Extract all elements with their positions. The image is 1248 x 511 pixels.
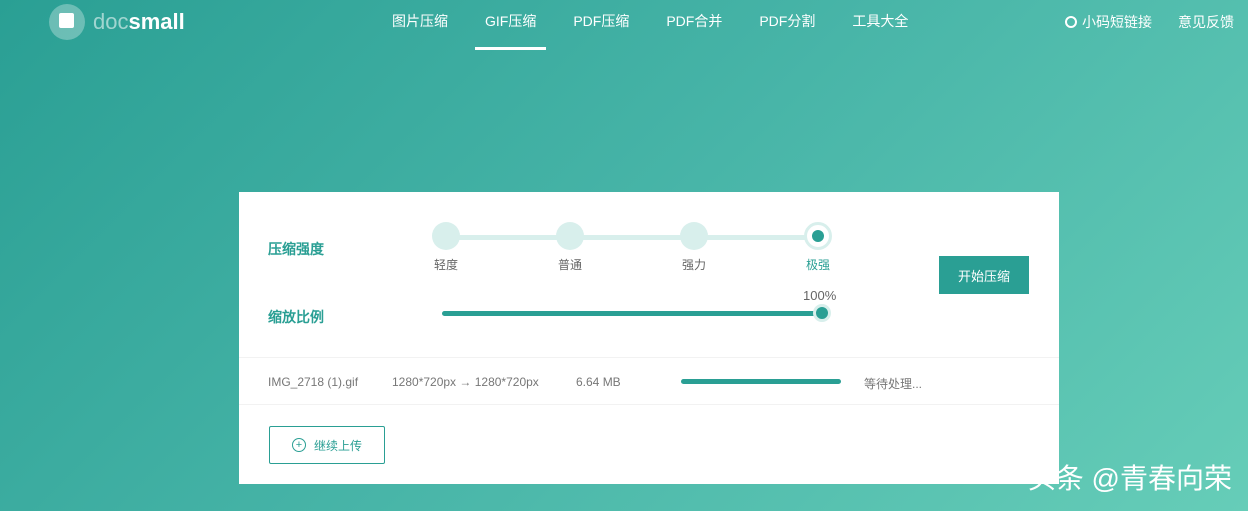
nav-image-compress[interactable]: 图片压缩 [392,0,465,42]
strength-label-light: 轻度 [433,258,458,272]
continue-upload-button[interactable]: + 继续上传 [269,426,385,464]
strength-step-extreme[interactable] [804,222,832,250]
link-icon [1065,16,1077,28]
nav-tools[interactable]: 工具大全 [852,0,925,42]
file-name: IMG_2718 (1).gif [268,375,359,389]
strength-label-normal: 普通 [557,258,582,272]
compress-panel: 压缩强度 轻度 普通 强力 极强 缩放比例 100% 开始压缩 IMG_2718… [239,192,1059,484]
strength-step-strong[interactable] [680,222,708,250]
nav-pdf-merge[interactable]: PDF合并 [666,0,739,42]
start-compress-button[interactable]: 开始压缩 [939,256,1029,294]
scale-value: 100% [803,288,837,303]
file-row: IMG_2718 (1).gif 1280*720px → 1280*720px… [239,357,1059,405]
nav-pdf-compress[interactable]: PDF压缩 [573,0,646,42]
shortlink-link[interactable]: 小码短链接 [1065,12,1152,32]
nav-gif-compress[interactable]: GIF压缩 [474,0,553,50]
logo-icon [49,4,85,40]
strength-label-extreme: 极强 [805,258,830,272]
file-progress-bar [681,379,841,384]
strength-step-light[interactable] [432,222,460,250]
nav-pdf-split[interactable]: PDF分割 [759,0,832,42]
strength-step-normal[interactable] [556,222,584,250]
scale-label: 缩放比例 [268,309,324,325]
strength-label: 压缩强度 [268,241,324,257]
strength-label-strong: 强力 [681,258,706,272]
logo-text: docsmall [93,9,185,34]
watermark: 头条 @青春向荣 [1027,463,1232,494]
plus-circle-icon: + [291,438,306,452]
file-status: 等待处理... [864,377,923,391]
scale-slider[interactable] [442,311,822,316]
main-nav: 图片压缩 GIF压缩 PDF压缩 PDF合并 PDF分割 工具大全 [392,0,945,50]
strength-track [446,235,818,240]
logo[interactable]: docsmall [49,4,185,40]
scale-slider-handle[interactable] [813,304,831,322]
file-dimensions: 1280*720px → 1280*720px [392,375,539,389]
file-size: 6.64 MB [576,375,621,389]
feedback-link[interactable]: 意见反馈 [1178,12,1234,32]
